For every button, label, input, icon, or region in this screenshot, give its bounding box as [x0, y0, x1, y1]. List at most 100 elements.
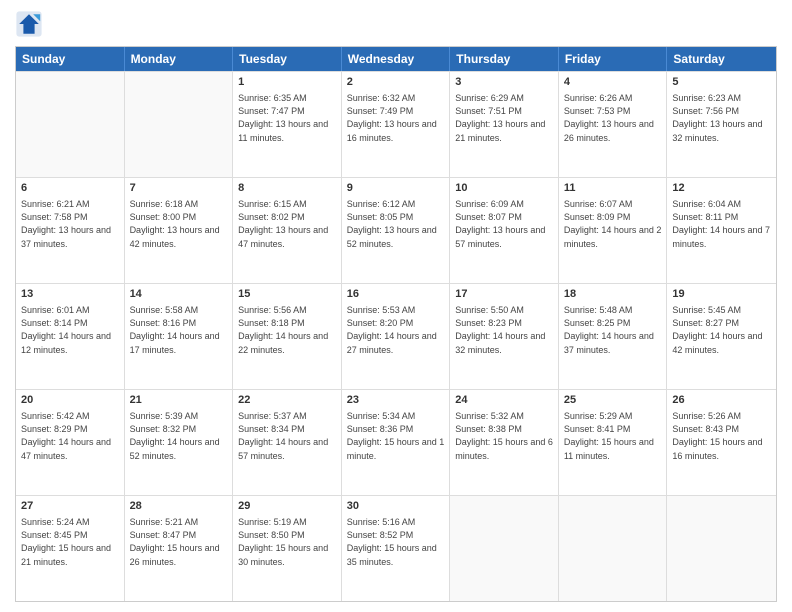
cell-info: Sunrise: 5:26 AMSunset: 8:43 PMDaylight:…: [672, 410, 771, 462]
page: SundayMondayTuesdayWednesdayThursdayFrid…: [0, 0, 792, 612]
table-row: 4 Sunrise: 6:26 AMSunset: 7:53 PMDaylight…: [559, 72, 668, 177]
day-number: 12: [672, 181, 771, 196]
header-day-monday: Monday: [125, 47, 234, 71]
table-row: 24 Sunrise: 5:32 AMSunset: 8:38 PMDayligh…: [450, 390, 559, 495]
logo-icon: [15, 10, 43, 38]
day-number: 5: [672, 75, 771, 90]
cell-info: Sunrise: 6:04 AMSunset: 8:11 PMDaylight:…: [672, 198, 771, 250]
cell-info: Sunrise: 6:26 AMSunset: 7:53 PMDaylight:…: [564, 92, 662, 144]
cell-info: Sunrise: 5:50 AMSunset: 8:23 PMDaylight:…: [455, 304, 553, 356]
week-row-3: 13 Sunrise: 6:01 AMSunset: 8:14 PMDayligh…: [16, 283, 776, 389]
table-row: 17 Sunrise: 5:50 AMSunset: 8:23 PMDayligh…: [450, 284, 559, 389]
cell-info: Sunrise: 6:32 AMSunset: 7:49 PMDaylight:…: [347, 92, 445, 144]
day-number: 16: [347, 287, 445, 302]
cell-info: Sunrise: 5:19 AMSunset: 8:50 PMDaylight:…: [238, 516, 336, 568]
table-row: 23 Sunrise: 5:34 AMSunset: 8:36 PMDayligh…: [342, 390, 451, 495]
day-number: 6: [21, 181, 119, 196]
cell-info: Sunrise: 5:39 AMSunset: 8:32 PMDaylight:…: [130, 410, 228, 462]
table-row: 11 Sunrise: 6:07 AMSunset: 8:09 PMDayligh…: [559, 178, 668, 283]
day-number: 26: [672, 393, 771, 408]
cell-info: Sunrise: 5:45 AMSunset: 8:27 PMDaylight:…: [672, 304, 771, 356]
cell-info: Sunrise: 5:37 AMSunset: 8:34 PMDaylight:…: [238, 410, 336, 462]
table-row: 8 Sunrise: 6:15 AMSunset: 8:02 PMDaylight…: [233, 178, 342, 283]
table-row: [450, 496, 559, 601]
table-row: 30Sunrise: 5:16 AMSunset: 8:52 PMDayligh…: [342, 496, 451, 601]
day-number: 17: [455, 287, 553, 302]
table-row: 13 Sunrise: 6:01 AMSunset: 8:14 PMDayligh…: [16, 284, 125, 389]
day-number: 30: [347, 499, 445, 514]
table-row: 12 Sunrise: 6:04 AMSunset: 8:11 PMDayligh…: [667, 178, 776, 283]
table-row: [667, 496, 776, 601]
table-row: 6 Sunrise: 6:21 AMSunset: 7:58 PMDaylight…: [16, 178, 125, 283]
table-row: 29 Sunrise: 5:19 AMSunset: 8:50 PMDayligh…: [233, 496, 342, 601]
cell-info: Sunrise: 6:15 AMSunset: 8:02 PMDaylight:…: [238, 198, 336, 250]
day-number: 4: [564, 75, 662, 90]
table-row: 3 Sunrise: 6:29 AMSunset: 7:51 PMDaylight…: [450, 72, 559, 177]
table-row: 10 Sunrise: 6:09 AMSunset: 8:07 PMDayligh…: [450, 178, 559, 283]
day-number: 10: [455, 181, 553, 196]
cell-info: Sunrise: 6:07 AMSunset: 8:09 PMDaylight:…: [564, 198, 662, 250]
day-number: 9: [347, 181, 445, 196]
table-row: 1 Sunrise: 6:35 AMSunset: 7:47 PMDaylight…: [233, 72, 342, 177]
day-number: 7: [130, 181, 228, 196]
cell-info: Sunrise: 5:56 AMSunset: 8:18 PMDaylight:…: [238, 304, 336, 356]
cell-info: Sunrise: 5:53 AMSunset: 8:20 PMDaylight:…: [347, 304, 445, 356]
day-number: 11: [564, 181, 662, 196]
day-number: 8: [238, 181, 336, 196]
day-number: 14: [130, 287, 228, 302]
day-number: 21: [130, 393, 228, 408]
header-day-sunday: Sunday: [16, 47, 125, 71]
calendar-body: 1 Sunrise: 6:35 AMSunset: 7:47 PMDaylight…: [16, 71, 776, 601]
table-row: [125, 72, 234, 177]
cell-info: Sunrise: 6:21 AMSunset: 7:58 PMDaylight:…: [21, 198, 119, 250]
table-row: [16, 72, 125, 177]
day-number: 13: [21, 287, 119, 302]
day-number: 29: [238, 499, 336, 514]
week-row-5: 27Sunrise: 5:24 AMSunset: 8:45 PMDayligh…: [16, 495, 776, 601]
table-row: 20Sunrise: 5:42 AMSunset: 8:29 PMDayligh…: [16, 390, 125, 495]
day-number: 24: [455, 393, 553, 408]
table-row: 18Sunrise: 5:48 AMSunset: 8:25 PMDayligh…: [559, 284, 668, 389]
table-row: 9Sunrise: 6:12 AMSunset: 8:05 PMDaylight…: [342, 178, 451, 283]
header-day-tuesday: Tuesday: [233, 47, 342, 71]
day-number: 2: [347, 75, 445, 90]
cell-info: Sunrise: 6:09 AMSunset: 8:07 PMDaylight:…: [455, 198, 553, 250]
day-number: 25: [564, 393, 662, 408]
day-number: 27: [21, 499, 119, 514]
table-row: 14 Sunrise: 5:58 AMSunset: 8:16 PMDayligh…: [125, 284, 234, 389]
day-number: 1: [238, 75, 336, 90]
cell-info: Sunrise: 5:32 AMSunset: 8:38 PMDaylight:…: [455, 410, 553, 462]
day-number: 18: [564, 287, 662, 302]
cell-info: Sunrise: 5:58 AMSunset: 8:16 PMDaylight:…: [130, 304, 228, 356]
cell-info: Sunrise: 5:34 AMSunset: 8:36 PMDaylight:…: [347, 410, 445, 462]
table-row: 22 Sunrise: 5:37 AMSunset: 8:34 PMDayligh…: [233, 390, 342, 495]
cell-info: Sunrise: 6:29 AMSunset: 7:51 PMDaylight:…: [455, 92, 553, 144]
day-number: 19: [672, 287, 771, 302]
header-day-friday: Friday: [559, 47, 668, 71]
cell-info: Sunrise: 6:18 AMSunset: 8:00 PMDaylight:…: [130, 198, 228, 250]
header-day-saturday: Saturday: [667, 47, 776, 71]
table-row: 26 Sunrise: 5:26 AMSunset: 8:43 PMDayligh…: [667, 390, 776, 495]
day-number: 28: [130, 499, 228, 514]
table-row: 25 Sunrise: 5:29 AMSunset: 8:41 PMDayligh…: [559, 390, 668, 495]
table-row: 15 Sunrise: 5:56 AMSunset: 8:18 PMDayligh…: [233, 284, 342, 389]
table-row: 28 Sunrise: 5:21 AMSunset: 8:47 PMDayligh…: [125, 496, 234, 601]
cell-info: Sunrise: 5:42 AMSunset: 8:29 PMDaylight:…: [21, 410, 119, 462]
table-row: 16 Sunrise: 5:53 AMSunset: 8:20 PMDayligh…: [342, 284, 451, 389]
cell-info: Sunrise: 5:29 AMSunset: 8:41 PMDaylight:…: [564, 410, 662, 462]
day-number: 23: [347, 393, 445, 408]
table-row: 19 Sunrise: 5:45 AMSunset: 8:27 PMDayligh…: [667, 284, 776, 389]
header-day-wednesday: Wednesday: [342, 47, 451, 71]
cell-info: Sunrise: 5:21 AMSunset: 8:47 PMDaylight:…: [130, 516, 228, 568]
cell-info: Sunrise: 6:01 AMSunset: 8:14 PMDaylight:…: [21, 304, 119, 356]
calendar: SundayMondayTuesdayWednesdayThursdayFrid…: [15, 46, 777, 602]
cell-info: Sunrise: 6:23 AMSunset: 7:56 PMDaylight:…: [672, 92, 771, 144]
day-number: 3: [455, 75, 553, 90]
table-row: 2 Sunrise: 6:32 AMSunset: 7:49 PMDaylight…: [342, 72, 451, 177]
day-number: 22: [238, 393, 336, 408]
cell-info: Sunrise: 6:35 AMSunset: 7:47 PMDaylight:…: [238, 92, 336, 144]
table-row: 7 Sunrise: 6:18 AMSunset: 8:00 PMDaylight…: [125, 178, 234, 283]
day-number: 15: [238, 287, 336, 302]
table-row: 21 Sunrise: 5:39 AMSunset: 8:32 PMDayligh…: [125, 390, 234, 495]
header: [15, 10, 777, 38]
